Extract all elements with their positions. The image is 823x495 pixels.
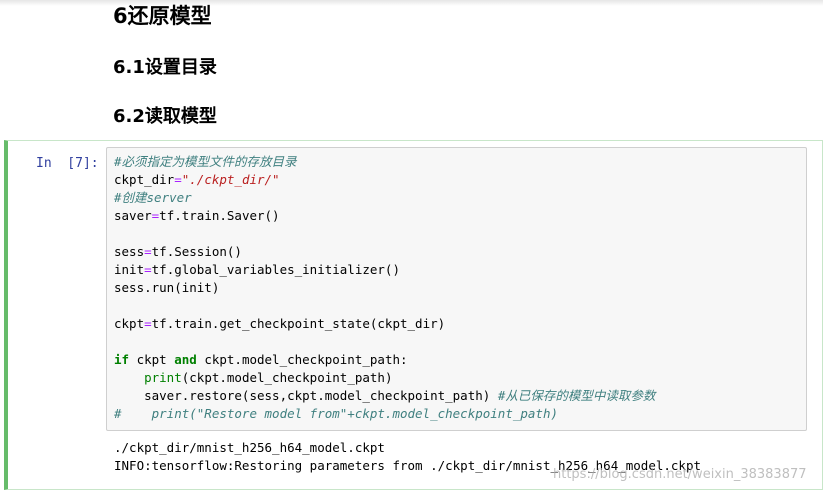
- code-token: and: [174, 352, 197, 367]
- code-token: #必须指定为模型文件的存放目录: [114, 154, 297, 169]
- code-token: tf.Session(): [151, 244, 242, 259]
- heading-restore-model: 6还原模型: [113, 4, 212, 28]
- code-token: print: [144, 370, 182, 385]
- code-token: ckpt: [114, 316, 145, 331]
- output-line: ./ckpt_dir/mnist_h256_h64_model.ckpt: [114, 440, 385, 455]
- code-line: sess.run(init): [114, 279, 655, 297]
- code-line: #必须指定为模型文件的存放目录: [114, 153, 655, 171]
- code-token: sess.run(init): [114, 280, 220, 295]
- input-prompt: In [7]:: [36, 156, 99, 171]
- heading-set-directory: 6.1设置目录: [113, 57, 217, 78]
- watermark: https://blog.csdn.net/weixin_38383877: [553, 467, 807, 482]
- code-line: saver=tf.train.Saver(): [114, 207, 655, 225]
- code-token: =: [174, 172, 182, 187]
- code-line: ckpt_dir="./ckpt_dir/": [114, 171, 655, 189]
- code-line: init=tf.global_variables_initializer(): [114, 261, 655, 279]
- code-token: #从已保存的模型中读取参数: [497, 388, 656, 403]
- code-token: saver.restore(sess,ckpt.model_checkpoint…: [114, 388, 498, 403]
- code-token: #创建server: [114, 190, 192, 205]
- code-token: =: [144, 262, 152, 277]
- code-token: ckpt: [129, 352, 175, 367]
- code-line: print(ckpt.model_checkpoint_path): [114, 369, 655, 387]
- code-token: sess: [114, 244, 145, 259]
- code-token: ckpt.model_checkpoint_path:: [196, 352, 408, 367]
- code-token: # print("Restore model from"+ckpt.model_…: [114, 406, 559, 421]
- code-line: #创建server: [114, 189, 655, 207]
- code-line: sess=tf.Session(): [114, 243, 655, 261]
- heading-read-model: 6.2读取模型: [113, 106, 217, 127]
- code-line: saver.restore(sess,ckpt.model_checkpoint…: [114, 387, 655, 405]
- code-token: =: [144, 316, 152, 331]
- code-token: saver: [114, 208, 152, 223]
- code-editor[interactable]: #必须指定为模型文件的存放目录 ckpt_dir="./ckpt_dir/" #创建…: [114, 153, 655, 423]
- code-token: tf.train.Saver(): [159, 208, 280, 223]
- code-token: tf.train.get_checkpoint_state(ckpt_dir): [151, 316, 446, 331]
- code-token: if: [114, 352, 130, 367]
- code-line: # print("Restore model from"+ckpt.model_…: [114, 405, 655, 423]
- code-token: ckpt_dir: [114, 172, 175, 187]
- code-line: if ckpt and ckpt.model_checkpoint_path:: [114, 351, 655, 369]
- code-token: (ckpt.model_checkpoint_path): [181, 370, 393, 385]
- code-token: init: [114, 262, 145, 277]
- code-line: ckpt=tf.train.get_checkpoint_state(ckpt_…: [114, 315, 655, 333]
- code-token: tf.global_variables_initializer(): [151, 262, 400, 277]
- code-token: =: [144, 244, 152, 259]
- code-token: "./ckpt_dir/": [181, 172, 280, 187]
